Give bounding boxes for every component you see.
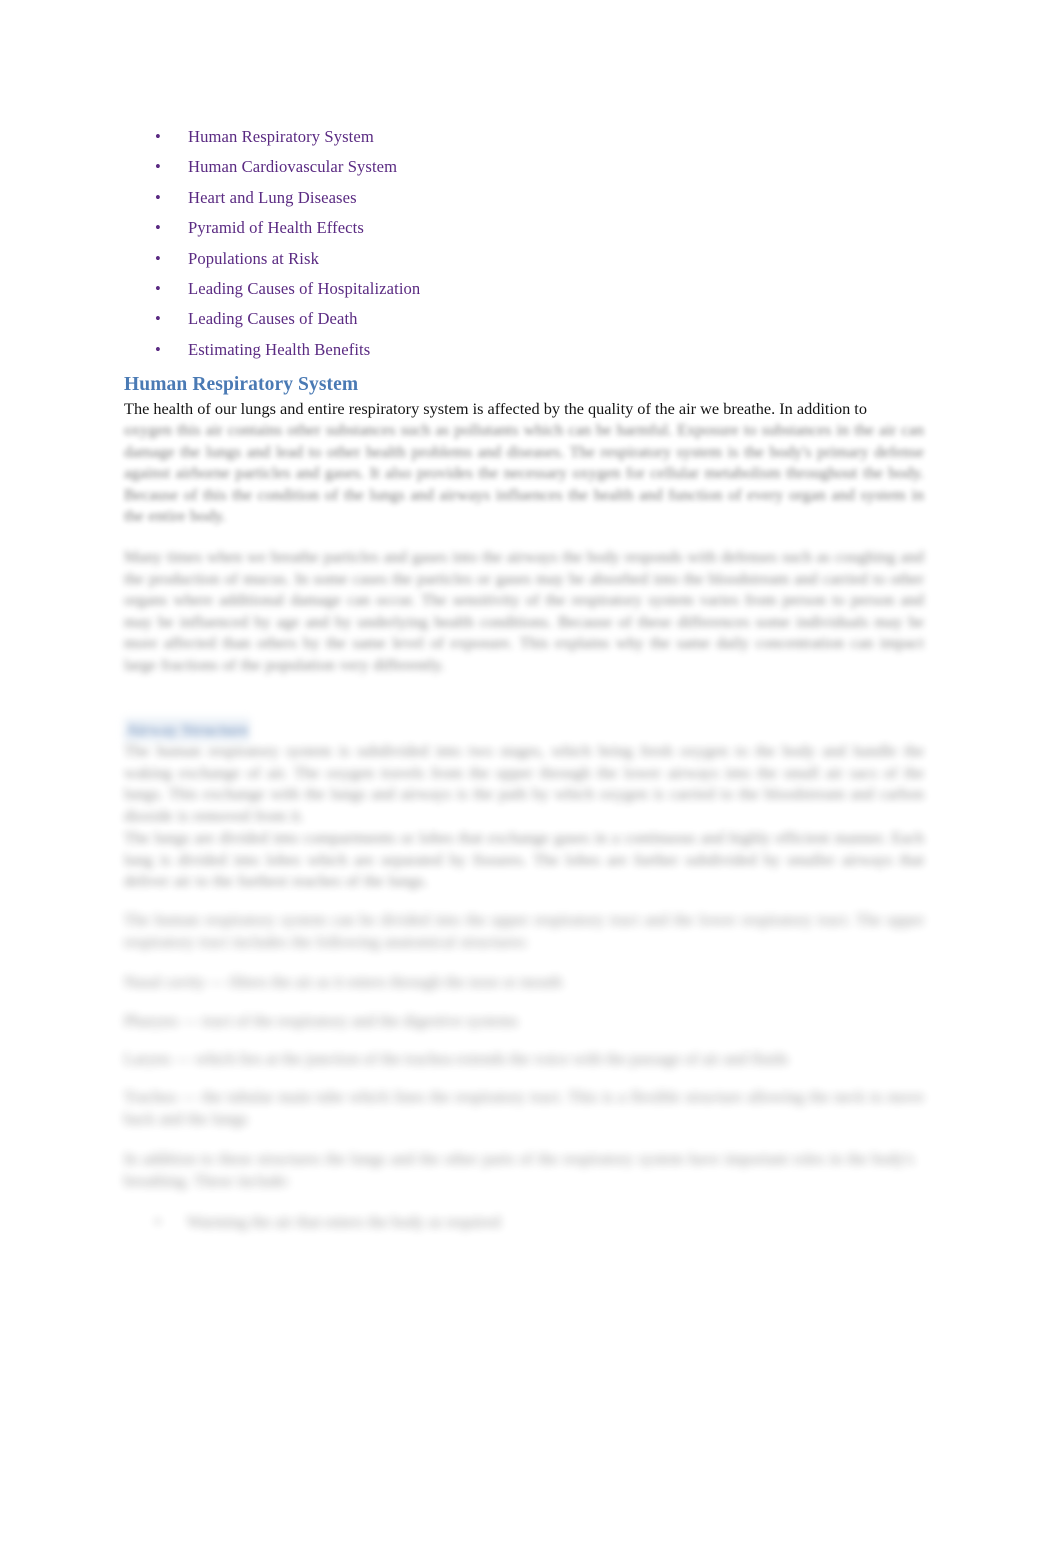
body-paragraph-first-line: The health of our lungs and entire respi…: [124, 399, 867, 418]
toc-link-leading-causes-of-death[interactable]: Leading Causes of Death: [188, 304, 358, 334]
section-heading-human-respiratory-system: Human Respiratory System: [124, 374, 359, 395]
bullet-icon: •: [155, 157, 161, 177]
list-item[interactable]: • Populations at Risk: [124, 244, 944, 274]
list-item-blurred: • Warming the air that enters the body as…: [124, 1211, 500, 1233]
toc-link-populations-at-risk[interactable]: Populations at Risk: [188, 244, 319, 274]
body-paragraph-5-blurred: The human respiratory system can be divi…: [124, 910, 924, 951]
body-paragraph-4-blurred: The lungs are divided into compartments …: [124, 828, 924, 891]
toc-link-pyramid-of-health-effects[interactable]: Pyramid of Health Effects: [188, 213, 364, 243]
list-item[interactable]: • Human Cardiovascular System: [124, 152, 944, 182]
toc-link-estimating-health-benefits[interactable]: Estimating Health Benefits: [188, 335, 370, 365]
toc-list: • Human Respiratory System • Human Cardi…: [124, 122, 944, 365]
bullet-icon: •: [155, 187, 161, 207]
body-line-pharynx-blurred: Pharynx — tract of the respiratory and t…: [124, 1011, 518, 1030]
bullet-icon: •: [155, 127, 161, 146]
list-item[interactable]: • Estimating Health Benefits: [124, 335, 944, 365]
body-paragraph-1-blurred: oxygen this air contains other substance…: [124, 420, 924, 526]
body-line-nasal-cavity-blurred: Nasal cavity — filters the air as it ent…: [124, 972, 563, 991]
bullet-icon: •: [155, 1212, 161, 1231]
toc-link-human-respiratory-system[interactable]: Human Respiratory System: [188, 122, 374, 152]
bullet-icon: •: [155, 309, 161, 329]
subsection-heading-blurred: Airway Structure: [124, 718, 251, 742]
bullet-icon: •: [155, 218, 161, 238]
list-item[interactable]: • Leading Causes of Hospitalization: [124, 274, 944, 304]
bullet-icon: •: [155, 339, 161, 359]
list-item[interactable]: • Leading Causes of Death: [124, 304, 944, 334]
list-item[interactable]: • Heart and Lung Diseases: [124, 183, 944, 213]
body-paragraph-6-blurred: In addition to these structures the lung…: [124, 1149, 914, 1190]
body-paragraph-3-blurred: The human respiratory system is subdivid…: [124, 741, 924, 825]
bullet-icon: •: [155, 248, 161, 268]
toc-link-heart-and-lung-diseases[interactable]: Heart and Lung Diseases: [188, 183, 357, 213]
body-line-trachea-blurred: Trachea — the tubular main tube which li…: [124, 1087, 924, 1128]
list-item[interactable]: • Human Respiratory System: [124, 122, 944, 152]
toc-link-leading-causes-of-hospitalization[interactable]: Leading Causes of Hospitalization: [188, 274, 420, 304]
list-item-label-blurred: Warming the air that enters the body as …: [187, 1212, 501, 1231]
body-line-larynx-blurred: Larynx — which lies at the junction of t…: [124, 1049, 789, 1068]
document-page: • Human Respiratory System • Human Cardi…: [0, 0, 1062, 1556]
body-paragraph-2-blurred: Many times when we breathe particles and…: [124, 547, 924, 674]
list-item[interactable]: • Pyramid of Health Effects: [124, 213, 944, 243]
toc-link-human-cardiovascular-system[interactable]: Human Cardiovascular System: [188, 152, 397, 182]
bullet-icon: •: [155, 278, 161, 298]
